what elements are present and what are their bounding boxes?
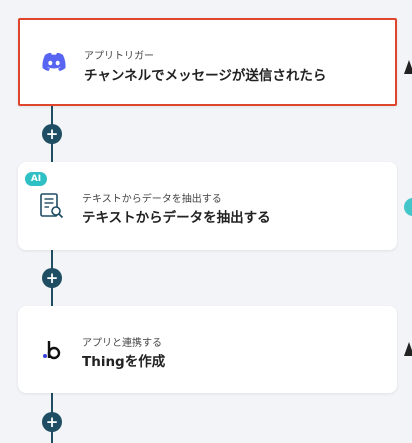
step-subtitle: テキストからデータを抽出する <box>82 194 222 205</box>
step-title: テキストからデータを抽出する <box>82 210 271 226</box>
status-dot-icon <box>404 198 412 216</box>
plus-icon: + <box>45 412 59 431</box>
warning-icon <box>404 342 412 356</box>
step-subtitle: アプリトリガー <box>84 51 154 62</box>
add-step-button[interactable]: + <box>42 268 62 288</box>
step-card-trigger[interactable]: アプリトリガー チャンネルでメッセージが送信されたら <box>18 18 397 106</box>
step-card-bubble[interactable]: アプリと連携する Thingを作成 <box>18 306 397 393</box>
add-step-button[interactable]: + <box>42 412 62 432</box>
bubble-b-icon <box>36 334 68 366</box>
step-title: Thingを作成 <box>82 354 166 370</box>
document-search-icon <box>36 190 68 222</box>
ai-badge: AI <box>25 172 47 186</box>
add-step-button[interactable]: + <box>42 124 62 144</box>
step-subtitle: アプリと連携する <box>82 338 162 349</box>
plus-icon: + <box>45 124 59 143</box>
plus-icon: + <box>45 268 59 287</box>
warning-icon <box>404 60 412 74</box>
discord-icon <box>38 46 70 78</box>
step-card-ai-extract[interactable]: テキストからデータを抽出する テキストからデータを抽出する <box>18 162 397 250</box>
step-title: チャンネルでメッセージが送信されたら <box>84 68 327 84</box>
